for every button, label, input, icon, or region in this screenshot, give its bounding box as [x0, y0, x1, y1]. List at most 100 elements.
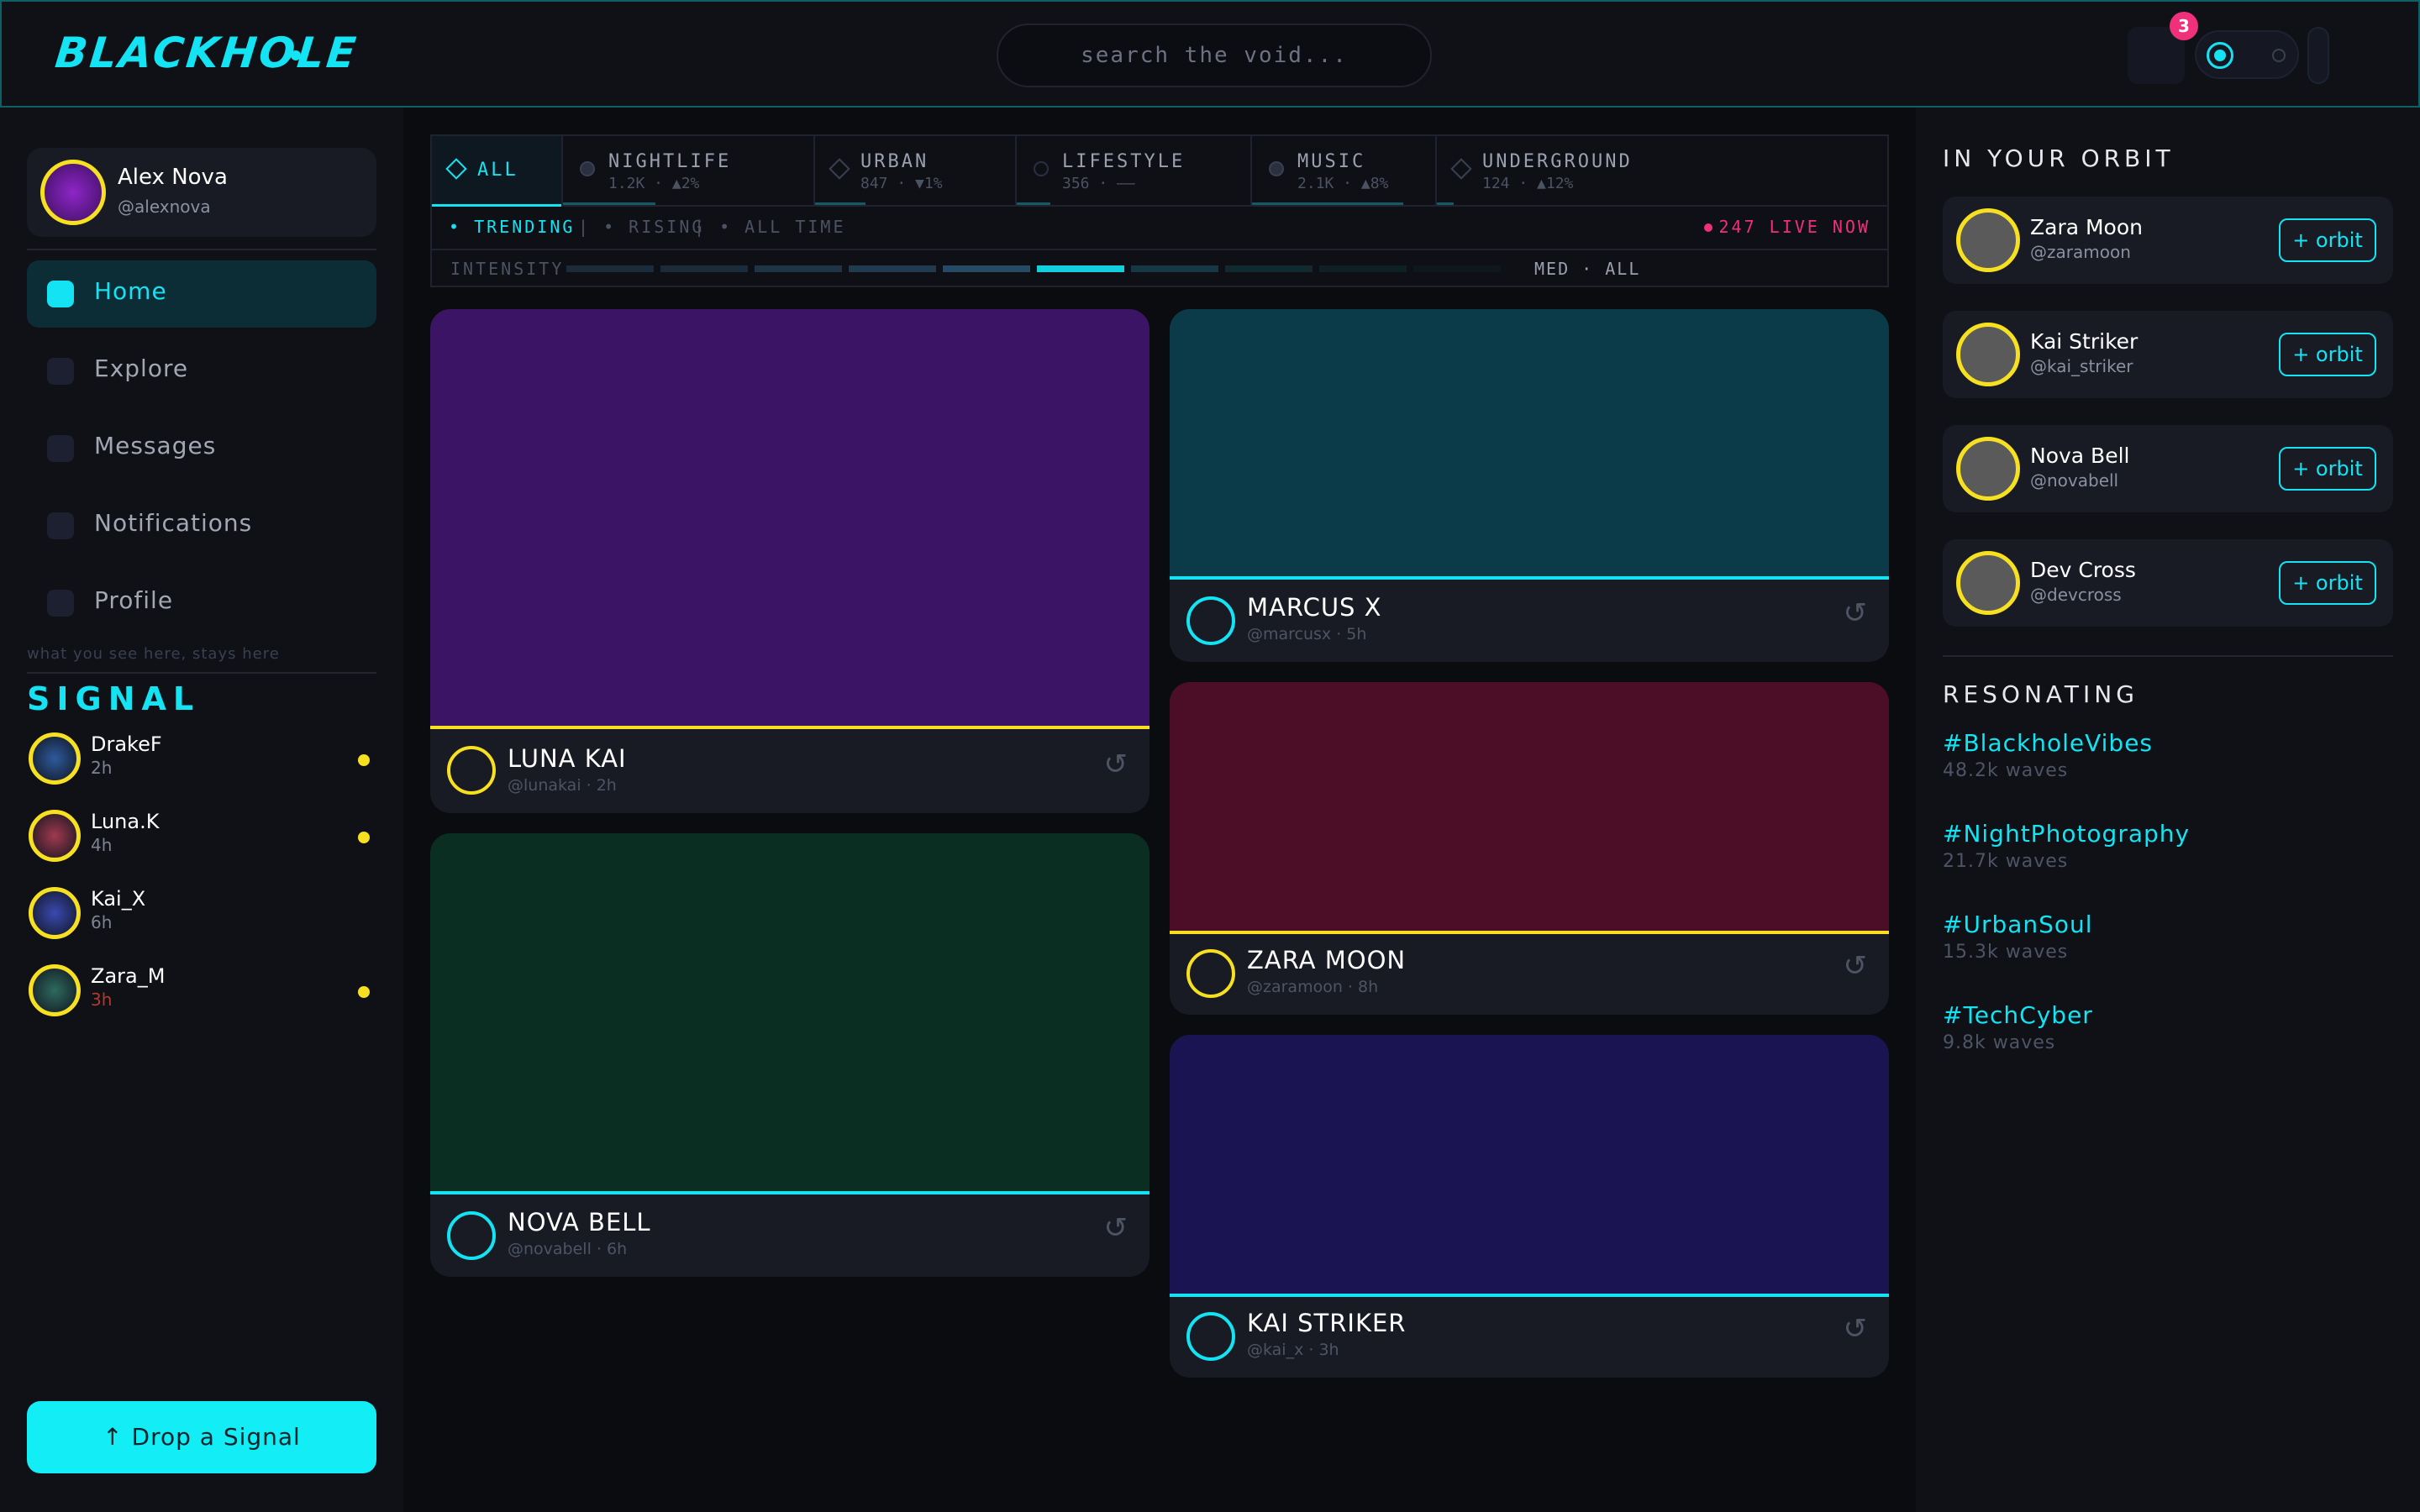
repost-icon[interactable]: ↺ [1104, 748, 1128, 781]
tab-all[interactable]: ALL [432, 136, 563, 207]
avatar[interactable] [1186, 596, 1235, 645]
post-author[interactable]: LUNA KAI [508, 744, 627, 773]
nav-item-messages[interactable]: Messages [27, 415, 376, 482]
intensity-segment[interactable] [1319, 265, 1407, 272]
mode-toggle[interactable] [2195, 30, 2299, 79]
hashtag[interactable]: #TechCyber [1943, 1001, 2093, 1029]
repost-icon[interactable]: ↺ [1844, 949, 1868, 983]
post-image[interactable] [430, 309, 1150, 729]
signal-item[interactable]: Kai_X 6h [27, 882, 376, 949]
drop-signal-button[interactable]: ↑ Drop a Signal [27, 1401, 376, 1473]
orbit-person[interactable]: Dev Cross @devcross + orbit [1943, 539, 2393, 627]
post-author[interactable]: KAI STRIKER [1247, 1309, 1406, 1337]
avatar [1956, 208, 2020, 272]
unread-dot-icon [358, 754, 370, 766]
tab-music[interactable]: MUSIC 2.1K · ▲8% [1252, 136, 1437, 205]
post-image[interactable] [430, 833, 1150, 1194]
avatar [1956, 437, 2020, 501]
avatar [29, 810, 81, 862]
hashtag-item[interactable]: #UrbanSoul 15.3k waves [1943, 911, 2093, 963]
intensity-segment[interactable] [849, 265, 936, 272]
filter-trending[interactable]: • TRENDING [449, 217, 575, 237]
post-card[interactable]: KAI STRIKER @kai_x · 3h ↺ [1170, 1035, 1889, 1378]
add-orbit-button[interactable]: + orbit [2279, 218, 2376, 262]
post-author[interactable]: NOVA BELL [508, 1208, 651, 1236]
signal-item[interactable]: Zara_M 3h [27, 959, 376, 1026]
sort-filters: • TRENDING | • RISING | • ALL TIME 247 L… [430, 207, 1889, 250]
add-orbit-button[interactable]: + orbit [2279, 333, 2376, 376]
post-author[interactable]: MARCUS X [1247, 593, 1382, 622]
intensity-segment[interactable] [943, 265, 1030, 272]
tab-label: ALL [477, 160, 518, 181]
orbit-person[interactable]: Zara Moon @zaramoon + orbit [1943, 197, 2393, 284]
tab-nightlife[interactable]: NIGHTLIFE 1.2K · ▲2% [563, 136, 815, 205]
hashtag[interactable]: #BlackholeVibes [1943, 729, 2153, 757]
divider [1943, 655, 2393, 657]
orbit-handle: @zaramoon [2030, 242, 2131, 262]
post-image[interactable] [1170, 1035, 1889, 1297]
intensity-segment[interactable] [566, 265, 654, 272]
signal-item[interactable]: Luna.K 4h [27, 805, 376, 872]
avatar[interactable] [1186, 949, 1235, 998]
orbit-person[interactable]: Kai Striker @kai_striker + orbit [1943, 311, 2393, 398]
filter-rising[interactable]: | • RISING [578, 217, 704, 237]
post-image[interactable] [1170, 682, 1889, 934]
nav-item-home[interactable]: Home [27, 260, 376, 328]
intensity-segment[interactable] [1225, 265, 1313, 272]
hashtag-item[interactable]: #NightPhotography 21.7k waves [1943, 820, 2190, 872]
diamond-icon [445, 158, 467, 180]
intensity-segment[interactable] [1413, 265, 1501, 272]
dot-icon [580, 161, 595, 176]
profile-icon [47, 590, 74, 617]
hashtag-item[interactable]: #TechCyber 9.8k waves [1943, 1001, 2093, 1053]
orbit-person[interactable]: Nova Bell @novabell + orbit [1943, 425, 2393, 512]
intensity-segment[interactable] [755, 265, 842, 272]
hashtag-item[interactable]: #BlackholeVibes 48.2k waves [1943, 729, 2153, 781]
notifications-icon [47, 512, 74, 539]
home-icon [47, 281, 74, 307]
nav-item-explore[interactable]: Explore [27, 338, 376, 405]
explore-icon [47, 358, 74, 385]
post-card[interactable]: MARCUS X @marcusx · 5h ↺ [1170, 309, 1889, 662]
post-card[interactable]: NOVA BELL @novabell · 6h ↺ [430, 833, 1150, 1277]
signal-name: Kai_X [91, 887, 146, 911]
left-sidebar: Alex Nova @alexnova Home Explore Message… [0, 108, 403, 1512]
repost-icon[interactable]: ↺ [1844, 596, 1868, 630]
search-input[interactable] [997, 24, 1432, 87]
nav-item-profile[interactable]: Profile [27, 570, 376, 637]
nav-item-notifications[interactable]: Notifications [27, 492, 376, 559]
filter-label: ALL TIME [744, 217, 846, 237]
post-card[interactable]: LUNA KAI @lunakai · 2h ↺ [430, 309, 1150, 813]
tab-underground[interactable]: UNDERGROUND 124 · ▲12% [1437, 136, 1887, 205]
tab-lifestyle[interactable]: LIFESTYLE 356 · —— [1017, 136, 1252, 205]
post-author[interactable]: ZARA MOON [1247, 946, 1406, 974]
signal-time: 3h [91, 990, 113, 1010]
hashtag-count: 15.3k waves [1943, 942, 2069, 963]
hashtag[interactable]: #NightPhotography [1943, 820, 2190, 848]
filter-all-time[interactable]: | • ALL TIME [694, 217, 846, 237]
intensity-value[interactable]: MED · ALL [1534, 259, 1640, 279]
add-orbit-button[interactable]: + orbit [2279, 447, 2376, 491]
avatar[interactable] [447, 746, 496, 795]
filter-label: RISING [629, 217, 705, 237]
avatar[interactable] [1186, 1312, 1235, 1361]
avatar[interactable] [447, 1211, 496, 1260]
add-orbit-button[interactable]: + orbit [2279, 561, 2376, 605]
intensity-segment[interactable] [660, 265, 748, 272]
post-image[interactable] [1170, 309, 1889, 580]
post-card[interactable]: ZARA MOON @zaramoon · 8h ↺ [1170, 682, 1889, 1015]
tab-label: URBAN [860, 151, 929, 172]
app-logo[interactable]: BLACKHOLE [53, 29, 360, 77]
tab-urban[interactable]: URBAN 847 · ▼1% [815, 136, 1017, 205]
tab-stats: 847 · ▼1% [860, 175, 943, 192]
profile-handle: @alexnova [118, 197, 211, 217]
menu-handle[interactable] [2307, 27, 2329, 84]
repost-icon[interactable]: ↺ [1104, 1211, 1128, 1245]
profile-card[interactable]: Alex Nova @alexnova [27, 148, 376, 237]
intensity-segment[interactable] [1131, 265, 1218, 272]
hashtag[interactable]: #UrbanSoul [1943, 911, 2093, 938]
tab-stats: 2.1K · ▲8% [1297, 175, 1389, 192]
signal-item[interactable]: DrakeF 2h [27, 727, 376, 795]
intensity-segment[interactable] [1037, 265, 1124, 272]
repost-icon[interactable]: ↺ [1844, 1312, 1868, 1346]
